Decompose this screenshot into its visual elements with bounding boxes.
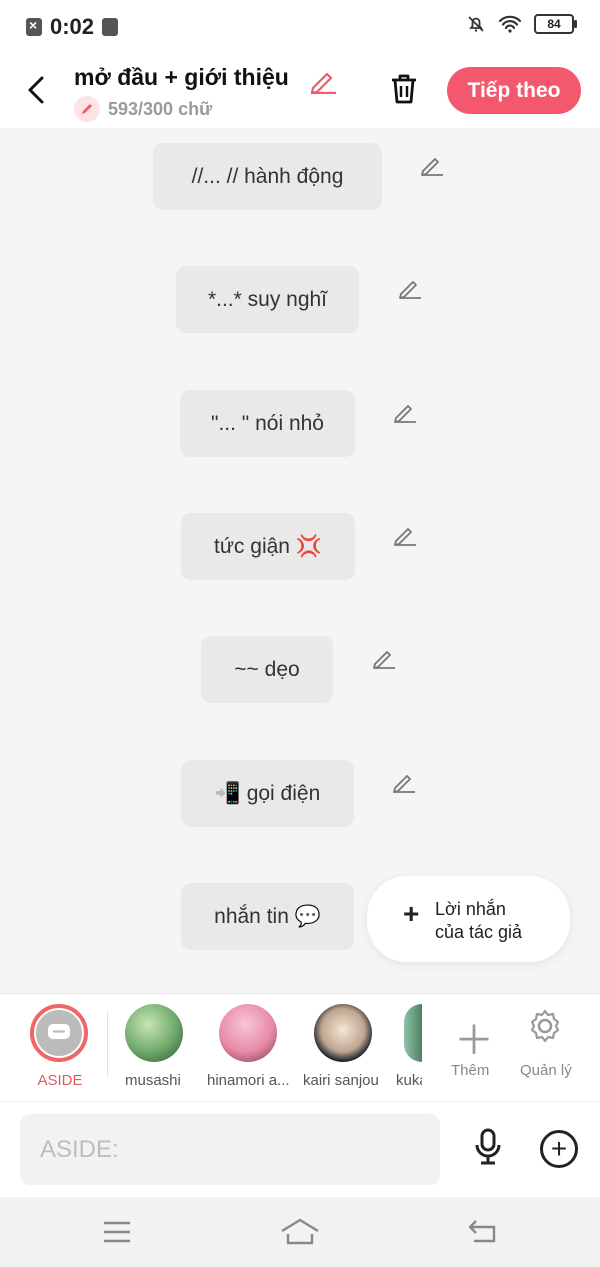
author-note-button[interactable]: + Lời nhắn của tác giả <box>367 876 570 962</box>
word-count: 593/300 chữ <box>108 98 213 119</box>
character-name: hinamori a... <box>207 1072 290 1089</box>
plus-icon: + <box>403 898 420 929</box>
microphone-icon[interactable] <box>472 1128 504 1166</box>
aside-avatar[interactable] <box>30 1004 88 1062</box>
edit-message-icon[interactable] <box>371 646 397 670</box>
message-bubble[interactable]: "... " nói nhỏ <box>180 390 355 457</box>
add-character-icon[interactable]: ＋ <box>454 1008 494 1066</box>
divider <box>107 1012 108 1076</box>
edit-message-icon[interactable] <box>392 523 418 547</box>
system-navbar <box>0 1197 600 1267</box>
character-name: kairi sanjou <box>303 1072 379 1089</box>
manage-label: Quản lý <box>520 1062 572 1079</box>
next-button[interactable]: Tiếp theo <box>447 67 581 114</box>
message-bubble[interactable]: ~~ dẹo <box>201 636 333 703</box>
character-avatar[interactable] <box>219 1004 277 1062</box>
message-input[interactable] <box>20 1114 440 1185</box>
edit-message-icon[interactable] <box>392 400 418 424</box>
add-character-label: Thêm <box>451 1062 490 1079</box>
menu-icon[interactable] <box>102 1220 132 1244</box>
trash-icon[interactable] <box>388 72 420 106</box>
status-time: 0:02 <box>50 14 95 39</box>
message-bubble[interactable]: //... // hành động <box>153 143 382 210</box>
back-arrow-icon[interactable] <box>24 72 50 108</box>
message-bubble[interactable]: tức giận 💢 <box>181 513 355 580</box>
message-bubble[interactable]: nhắn tin 💬 <box>181 883 354 950</box>
back-nav-icon[interactable] <box>466 1218 498 1244</box>
aside-label: ASIDE <box>37 1072 83 1089</box>
edit-title-icon[interactable] <box>308 66 338 94</box>
editor-header: mở đầu + giới thiệu 593/300 chữ Tiếp the… <box>0 56 600 128</box>
battery-indicator: 84 <box>534 14 577 34</box>
bell-off-icon <box>468 16 484 32</box>
character-avatar[interactable] <box>125 1004 183 1062</box>
edit-message-icon[interactable] <box>419 153 445 177</box>
edit-message-icon[interactable] <box>391 770 417 794</box>
wifi-icon <box>498 15 522 33</box>
message-bubble[interactable]: 📲 gọi điện <box>181 760 354 827</box>
pencil-icon <box>74 96 100 122</box>
character-name: kuka <box>396 1072 422 1089</box>
character-avatar[interactable] <box>404 1004 422 1062</box>
mic-status-icon <box>102 18 119 36</box>
input-bar: + <box>0 1101 600 1198</box>
add-circle-icon[interactable]: + <box>540 1130 578 1168</box>
chat-bubble-icon <box>48 1024 70 1039</box>
character-avatar[interactable] <box>314 1004 372 1062</box>
character-bar: ASIDE musashi hinamori a... kairi sanjou… <box>0 993 600 1102</box>
message-bubble[interactable]: *...* suy nghĩ <box>176 266 359 333</box>
character-name: musashi <box>125 1072 181 1089</box>
author-note-line2: của tác giả <box>435 922 523 942</box>
edit-message-icon[interactable] <box>397 276 423 300</box>
chapter-title: mở đầu + giới thiệu <box>74 64 289 90</box>
status-bar: 0:02 84 <box>0 0 600 56</box>
gear-icon[interactable] <box>527 1008 563 1044</box>
message-input-box <box>20 1114 440 1185</box>
author-note-line1: Lời nhắn <box>435 899 506 919</box>
notification-icon <box>26 17 42 36</box>
home-icon[interactable] <box>280 1217 320 1247</box>
